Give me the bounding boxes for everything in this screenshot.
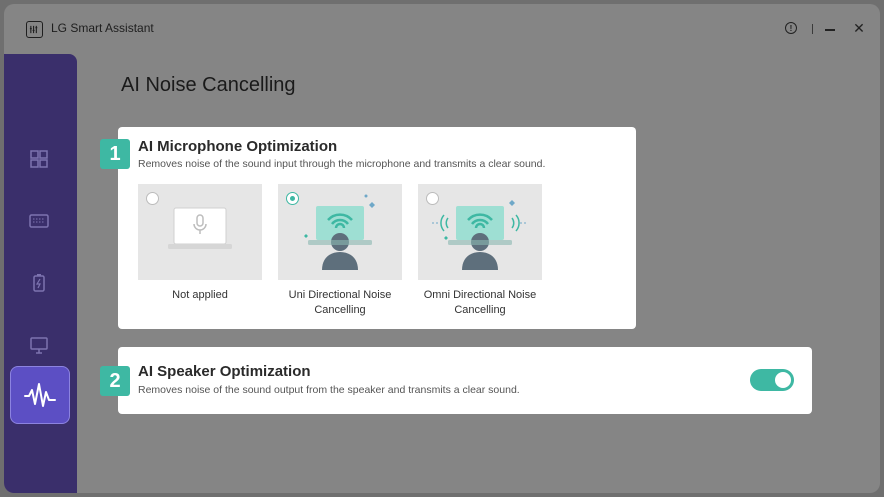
sidebar [4, 54, 77, 493]
sidebar-item-display[interactable] [26, 332, 52, 358]
sound-wave-icon [24, 383, 56, 407]
app-title: LG Smart Assistant [51, 21, 154, 35]
monitor-icon [30, 337, 48, 354]
not-applied-illustration [138, 184, 262, 280]
app-logo-icon [26, 21, 43, 38]
sidebar-item-keyboard[interactable] [26, 208, 52, 234]
mic-section-description: Removes noise of the sound input through… [138, 158, 546, 170]
radio-omni-directional[interactable] [426, 192, 439, 205]
battery-icon [33, 274, 45, 292]
step-badge-1: 1 [100, 139, 130, 169]
sidebar-item-battery[interactable] [26, 270, 52, 296]
sidebar-item-noise-cancelling[interactable] [10, 366, 70, 424]
radio-not-applied[interactable] [146, 192, 159, 205]
option-uni-directional[interactable]: Uni Directional Noise Cancelling [278, 184, 402, 318]
info-icon[interactable]: ! [783, 18, 799, 38]
option-label: Not applied [172, 289, 228, 301]
mic-section-title: AI Microphone Optimization [138, 138, 338, 155]
minimize-button[interactable] [822, 18, 838, 38]
radio-uni-directional[interactable] [286, 192, 299, 205]
dashboard-icon [30, 150, 48, 168]
keyboard-icon [29, 214, 49, 228]
mic-optimization-card: AI Microphone Optimization Removes noise… [118, 127, 636, 329]
option-label: Omni Directional Noise Cancelling [423, 289, 537, 316]
uni-directional-illustration [278, 184, 402, 280]
step-badge-2: 2 [100, 366, 130, 396]
page-title: AI Noise Cancelling [121, 74, 296, 96]
speaker-optimization-card: AI Speaker Optimization Removes noise of… [118, 347, 812, 414]
sidebar-item-dashboard[interactable] [26, 146, 52, 172]
omni-directional-illustration [418, 184, 542, 280]
option-not-applied[interactable]: Not applied [138, 184, 262, 303]
title-separator [812, 24, 813, 34]
speaker-section-description: Removes noise of the sound output from t… [138, 384, 520, 396]
speaker-section-title: AI Speaker Optimization [138, 363, 311, 380]
app-window: LG Smart Assistant ! ✕ AI Noise Cancelli… [4, 4, 880, 493]
option-label: Uni Directional Noise Cancelling [288, 289, 392, 316]
minimize-icon [825, 29, 835, 31]
close-button[interactable]: ✕ [851, 18, 867, 38]
title-bar: LG Smart Assistant ! ✕ [4, 4, 880, 52]
speaker-optimization-toggle[interactable] [750, 369, 794, 391]
option-omni-directional[interactable]: Omni Directional Noise Cancelling [418, 184, 542, 318]
